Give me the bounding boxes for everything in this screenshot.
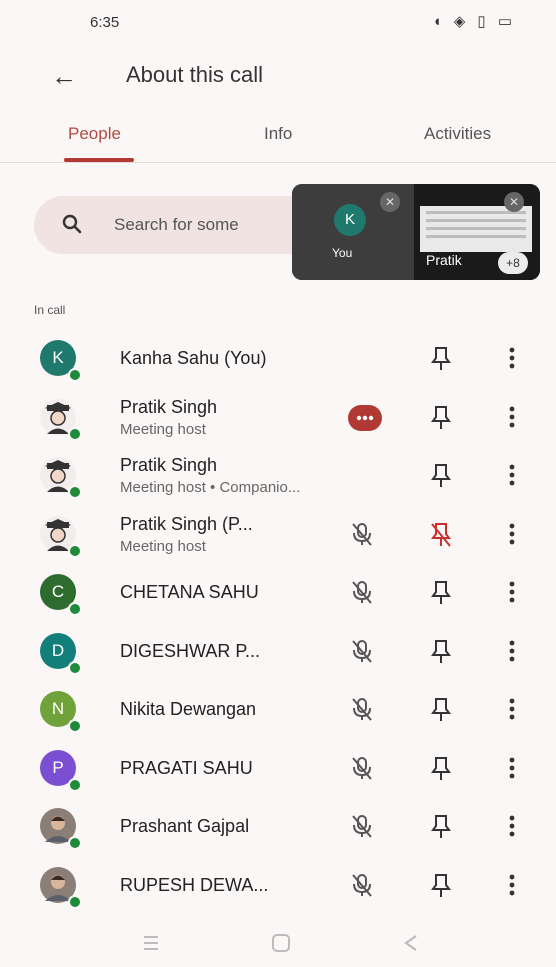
participant-row[interactable]: D DIGESHWAR P... bbox=[0, 625, 556, 683]
pip-self-label: You bbox=[332, 246, 353, 260]
participant-name: Pratik Singh bbox=[120, 396, 218, 417]
pin-icon[interactable] bbox=[428, 637, 454, 665]
participant-row[interactable]: N Nikita Dewangan bbox=[0, 683, 556, 741]
audio-wave-icon bbox=[348, 404, 382, 431]
participant-row[interactable]: K Kanha Sahu (You) bbox=[0, 332, 556, 390]
presence-dot bbox=[68, 719, 82, 733]
presence-dot bbox=[68, 543, 82, 558]
presence-dot bbox=[68, 426, 82, 441]
pip-other-tile[interactable]: ✕ Pratik +8 bbox=[414, 184, 540, 280]
participant-name: PRAGATI SAHU bbox=[120, 757, 253, 778]
mic-off-icon[interactable] bbox=[348, 871, 376, 899]
participant-row[interactable]: Pratik Singh (P... Meeting host bbox=[0, 508, 556, 566]
pip-self-avatar: K bbox=[334, 204, 366, 236]
presence-dot bbox=[68, 485, 82, 499]
shared-screen-thumbnail bbox=[420, 206, 532, 252]
page-title: About this call bbox=[126, 62, 263, 87]
more-vert-icon[interactable] bbox=[502, 520, 522, 548]
more-vert-icon[interactable] bbox=[502, 578, 522, 606]
tab-indicator bbox=[64, 158, 134, 162]
participant-row[interactable]: C CHETANA SAHU bbox=[0, 566, 556, 624]
pip-other-label: Pratik bbox=[426, 252, 462, 268]
participant-row[interactable]: Pratik Singh Meeting host bbox=[0, 391, 556, 449]
mic-off-icon: ✕ bbox=[504, 192, 524, 212]
more-vert-icon[interactable] bbox=[502, 403, 522, 431]
mic-off-icon[interactable] bbox=[348, 637, 376, 665]
participant-row[interactable]: RUPESH DEWA... bbox=[0, 859, 556, 917]
mic-off-icon[interactable] bbox=[348, 812, 376, 840]
presence-dot bbox=[68, 836, 82, 850]
pip-self-tile[interactable]: K ✕ You bbox=[292, 184, 414, 280]
pin-icon[interactable] bbox=[428, 461, 454, 489]
status-bar: 6:35 ◖ ◈ ▯ ▭ bbox=[0, 0, 556, 48]
app-bar: ← About this call bbox=[0, 48, 556, 106]
participant-role: Meeting host • Companio... bbox=[120, 479, 301, 496]
pin-icon[interactable] bbox=[428, 578, 454, 606]
tab-bar: People Info Activities bbox=[0, 112, 556, 163]
participant-name: Prashant Gajpal bbox=[120, 816, 250, 836]
mic-off-icon[interactable] bbox=[348, 520, 376, 548]
more-vert-icon[interactable] bbox=[502, 344, 522, 372]
system-nav-bar bbox=[0, 920, 556, 967]
tab-info[interactable]: Info bbox=[264, 124, 292, 144]
participant-name: CHETANA SAHU bbox=[120, 582, 259, 602]
presence-dot bbox=[68, 660, 82, 675]
pin-icon[interactable] bbox=[428, 695, 454, 723]
participant-name: DIGESHWAR P... bbox=[120, 640, 261, 661]
participant-role: Meeting host bbox=[120, 537, 206, 555]
participant-name: RUPESH DEWA... bbox=[120, 874, 269, 895]
participant-row[interactable]: Pratik Singh Meeting host • Companio... bbox=[0, 449, 556, 507]
pin-icon[interactable] bbox=[428, 754, 454, 782]
status-icons: ◖ ◈ ▯ ▭ bbox=[432, 13, 516, 30]
more-vert-icon[interactable] bbox=[502, 871, 522, 899]
back-icon[interactable] bbox=[396, 930, 426, 956]
pin-off-icon[interactable] bbox=[428, 520, 454, 548]
mic-off-icon[interactable] bbox=[348, 754, 376, 782]
search-icon bbox=[62, 214, 82, 234]
picture-in-picture[interactable]: K ✕ You ✕ Pratik +8 bbox=[292, 184, 540, 280]
more-vert-icon[interactable] bbox=[502, 754, 522, 782]
tab-activities[interactable]: Activities bbox=[424, 124, 491, 144]
participant-name: Pratik Singh (P... bbox=[120, 513, 253, 534]
participant-name: Nikita Dewangan bbox=[120, 699, 257, 719]
more-vert-icon[interactable] bbox=[502, 461, 522, 489]
mic-off-icon[interactable] bbox=[348, 695, 376, 723]
status-time: 6:35 bbox=[90, 14, 120, 31]
home-icon[interactable] bbox=[266, 930, 296, 956]
pip-more-count[interactable]: +8 bbox=[498, 252, 528, 274]
back-arrow-icon[interactable]: ← bbox=[46, 58, 82, 94]
more-vert-icon[interactable] bbox=[502, 637, 522, 665]
pin-icon[interactable] bbox=[428, 871, 454, 899]
section-label-in-call: In call bbox=[34, 303, 66, 317]
participant-name: Kanha Sahu (You) bbox=[120, 348, 267, 368]
presence-dot bbox=[68, 602, 82, 616]
participant-row[interactable]: P PRAGATI SAHU bbox=[0, 742, 556, 800]
participant-role: Meeting host bbox=[120, 420, 206, 438]
presence-dot bbox=[68, 777, 82, 792]
participant-row[interactable]: Prashant Gajpal bbox=[0, 800, 556, 858]
tab-people[interactable]: People bbox=[68, 124, 121, 144]
mic-off-icon[interactable] bbox=[348, 578, 376, 606]
participant-name: Pratik Singh bbox=[120, 455, 218, 475]
presence-dot bbox=[68, 894, 82, 909]
presence-dot bbox=[68, 368, 82, 382]
mic-off-icon: ✕ bbox=[380, 192, 400, 212]
more-vert-icon[interactable] bbox=[502, 695, 522, 723]
more-vert-icon[interactable] bbox=[502, 812, 522, 840]
pin-icon[interactable] bbox=[428, 403, 454, 431]
pin-icon[interactable] bbox=[428, 812, 454, 840]
pin-icon[interactable] bbox=[428, 344, 454, 372]
recents-icon[interactable] bbox=[136, 930, 166, 956]
